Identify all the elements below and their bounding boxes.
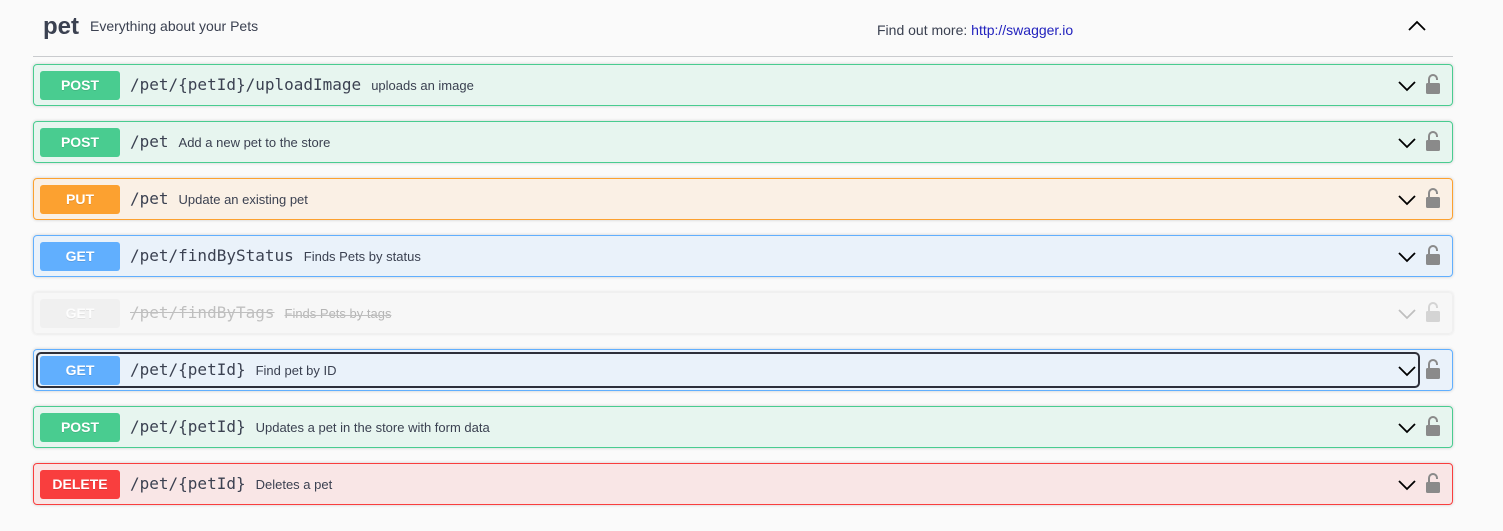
operation-summary-button[interactable]: GET/pet/findByStatus Finds Pets by status [38,240,1418,272]
chevron-down-icon [1398,423,1416,434]
operation-path: /pet/findByStatus Finds Pets by status [130,246,421,265]
collapse-tag-button[interactable] [1403,12,1431,40]
operation-block: DELETE/pet/{petId} Deletes a pet [33,463,1453,505]
method-badge: POST [40,413,120,442]
chevron-down-icon [1398,366,1416,377]
chevron-down-icon [1398,309,1416,320]
method-badge: POST [40,71,120,100]
operation-summary-button[interactable]: GET/pet/{petId} Find pet by ID [36,352,1420,388]
operation-block: POST/pet/{petId} Updates a pet in the sto… [33,406,1453,448]
operation-block: GET/pet/findByTags Finds Pets by tags [33,292,1453,334]
operation-path: /pet Update an existing pet [130,189,308,208]
operation-path: /pet/{petId} Updates a pet in the store w… [130,417,490,436]
tag-header[interactable]: pet Everything about your Pets Find out … [33,0,1453,57]
lock-icon[interactable] [1425,130,1441,152]
chevron-up-icon [1408,20,1426,31]
operation-summary-text: Updates a pet in the store with form dat… [255,420,490,435]
operation-summary-text: uploads an image [371,78,474,93]
lock-icon[interactable] [1425,301,1441,323]
operation-block: PUT/pet Update an existing pet [33,178,1453,220]
operation-summary-text: Update an existing pet [178,192,308,207]
operation-path: /pet/{petId} Deletes a pet [130,474,332,493]
operation-path-text: /pet/{petId}/uploadImage [130,75,362,94]
operation-path-text: /pet/{petId} [130,474,246,493]
lock-icon[interactable] [1425,472,1441,494]
operation-block: POST/pet/{petId}/uploadImage uploads an i… [33,64,1453,106]
operation-summary-button[interactable]: POST/pet/{petId}/uploadImage uploads an i… [38,69,1418,101]
operation-path: /pet/{petId}/uploadImage uploads an image [130,75,474,94]
lock-icon[interactable] [1425,415,1441,437]
chevron-down-icon [1398,480,1416,491]
method-badge: POST [40,128,120,157]
lock-icon[interactable] [1425,187,1441,209]
operation-path-text: /pet/findByTags [130,303,275,322]
method-badge: GET [40,242,120,271]
find-out-more: Find out more: http://swagger.io [877,22,1073,38]
operation-block: GET/pet/findByStatus Finds Pets by status [33,235,1453,277]
operation-path: /pet/{petId} Find pet by ID [130,360,337,379]
operation-path-text: /pet/findByStatus [130,246,294,265]
operation-summary-button[interactable]: PUT/pet Update an existing pet [38,183,1418,215]
operation-path: /pet/findByTags Finds Pets by tags [130,303,391,322]
operation-summary-button[interactable]: GET/pet/findByTags Finds Pets by tags [38,297,1418,329]
operation-summary-text: Finds Pets by status [303,249,421,264]
operation-path-text: /pet/{petId} [130,417,246,436]
operation-path-text: /pet [130,132,169,151]
lock-icon[interactable] [1425,73,1441,95]
tag-section: pet Everything about your Pets Find out … [33,0,1453,505]
tag-name[interactable]: pet [43,13,79,41]
operation-summary-text: Find pet by ID [255,363,337,378]
operation-summary-text: Add a new pet to the store [178,135,331,150]
chevron-down-icon [1398,81,1416,92]
operation-summary-button[interactable]: POST/pet/{petId} Updates a pet in the sto… [38,411,1418,443]
find-out-more-link[interactable]: http://swagger.io [971,22,1073,38]
tag-description: Everything about your Pets [90,18,259,34]
lock-icon[interactable] [1425,358,1441,380]
operation-summary-button[interactable]: DELETE/pet/{petId} Deletes a pet [38,468,1418,500]
method-badge: DELETE [40,470,120,499]
operation-summary-button[interactable]: POST/pet Add a new pet to the store [38,126,1418,158]
chevron-down-icon [1398,252,1416,263]
method-badge: GET [40,356,120,385]
operation-summary-text: Deletes a pet [255,477,333,492]
chevron-down-icon [1398,138,1416,149]
method-badge: GET [40,299,120,328]
find-out-more-label: Find out more: [877,22,968,38]
operation-path: /pet Add a new pet to the store [130,132,330,151]
operation-path-text: /pet/{petId} [130,360,246,379]
method-badge: PUT [40,185,120,214]
operation-block: GET/pet/{petId} Find pet by ID [33,349,1453,391]
operation-path-text: /pet [130,189,169,208]
lock-icon[interactable] [1425,244,1441,266]
chevron-down-icon [1398,195,1416,206]
operation-block: POST/pet Add a new pet to the store [33,121,1453,163]
operation-summary-text: Finds Pets by tags [284,306,392,321]
